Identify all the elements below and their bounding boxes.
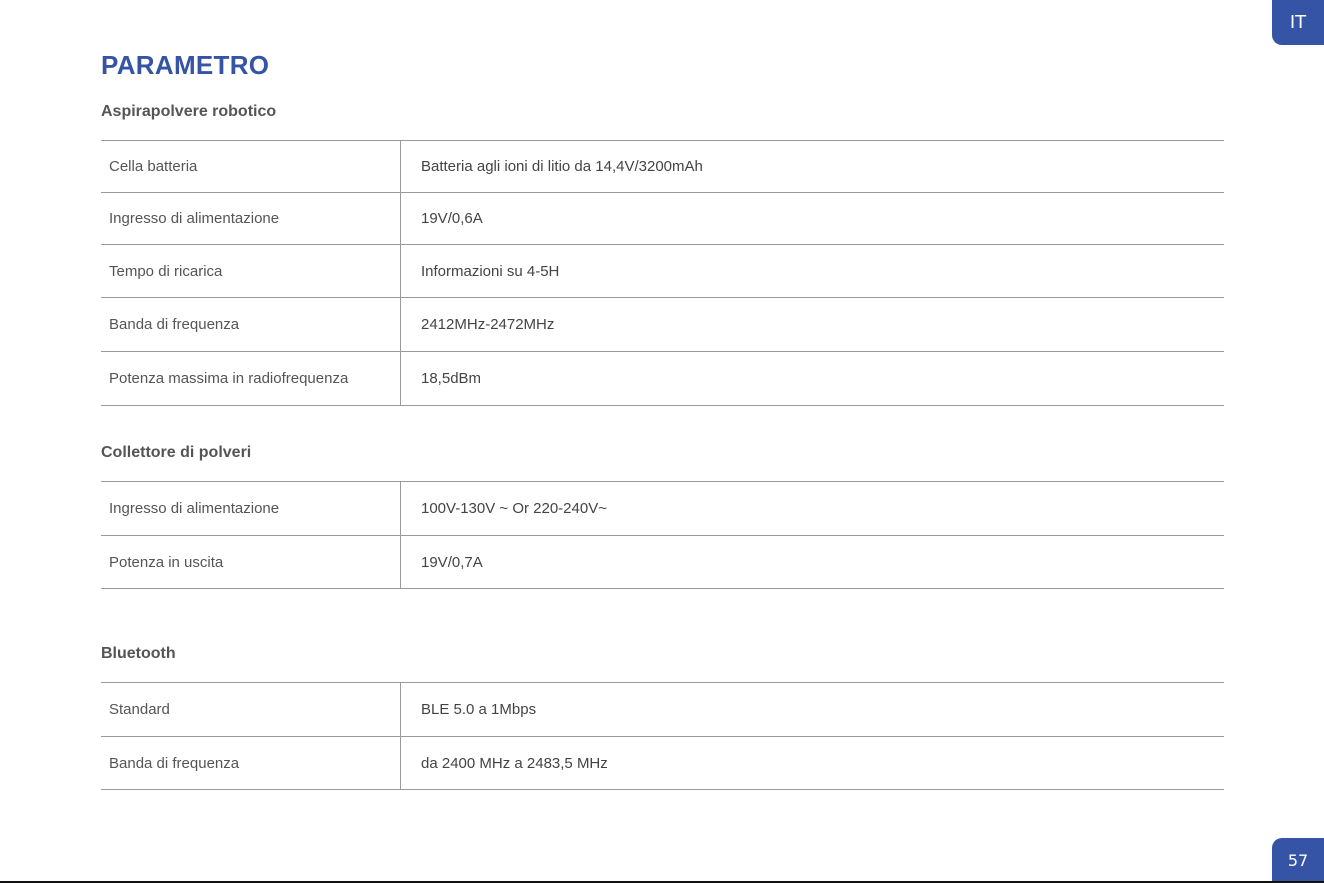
spec-table-dust-collector: Ingresso di alimentazione 100V-130V ~ Or… <box>101 481 1224 589</box>
page-number-tab: 57 <box>1272 838 1324 883</box>
section-heading-robot-vacuum: Aspirapolvere robotico <box>101 103 277 120</box>
section-heading-bluetooth: Bluetooth <box>101 645 176 662</box>
spec-value: 19V/0,6A <box>400 192 1224 245</box>
table-row: Potenza massima in radiofrequenza 18,5dB… <box>101 351 1224 406</box>
spec-value: da 2400 MHz a 2483,5 MHz <box>400 736 1224 790</box>
table-row: Banda di frequenza da 2400 MHz a 2483,5 … <box>101 736 1224 790</box>
language-tab: IT <box>1272 0 1324 45</box>
page-title: PARAMETRO <box>101 50 270 80</box>
spec-label: Tempo di ricarica <box>101 244 401 298</box>
spec-label: Potenza massima in radiofrequenza <box>101 351 401 406</box>
spec-value: 19V/0,7A <box>400 535 1224 589</box>
spec-label: Banda di frequenza <box>101 736 401 790</box>
table-row: Ingresso di alimentazione 19V/0,6A <box>101 192 1224 245</box>
table-row: Ingresso di alimentazione 100V-130V ~ Or… <box>101 481 1224 536</box>
spec-label: Banda di frequenza <box>101 297 401 352</box>
table-row: Standard BLE 5.0 a 1Mbps <box>101 682 1224 737</box>
spec-value: 100V-130V ~ Or 220-240V~ <box>400 481 1224 536</box>
spec-value: 2412MHz-2472MHz <box>400 297 1224 352</box>
spec-value: Batteria agli ioni di litio da 14,4V/320… <box>400 140 1224 193</box>
spec-value: 18,5dBm <box>400 351 1224 406</box>
table-row: Potenza in uscita 19V/0,7A <box>101 535 1224 589</box>
spec-value: Informazioni su 4-5H <box>400 244 1224 298</box>
spec-label: Ingresso di alimentazione <box>101 192 401 245</box>
section-heading-dust-collector: Collettore di polveri <box>101 444 252 461</box>
spec-label: Cella batteria <box>101 140 401 193</box>
spec-label: Standard <box>101 682 401 737</box>
spec-label: Potenza in uscita <box>101 535 401 589</box>
spec-label: Ingresso di alimentazione <box>101 481 401 536</box>
spec-table-robot-vacuum: Cella batteria Batteria agli ioni di lit… <box>101 140 1224 406</box>
table-row: Banda di frequenza 2412MHz-2472MHz <box>101 297 1224 352</box>
table-row: Tempo di ricarica Informazioni su 4-5H <box>101 244 1224 298</box>
table-row: Cella batteria Batteria agli ioni di lit… <box>101 140 1224 193</box>
spec-table-bluetooth: Standard BLE 5.0 a 1Mbps Banda di freque… <box>101 682 1224 790</box>
spec-value: BLE 5.0 a 1Mbps <box>400 682 1224 737</box>
